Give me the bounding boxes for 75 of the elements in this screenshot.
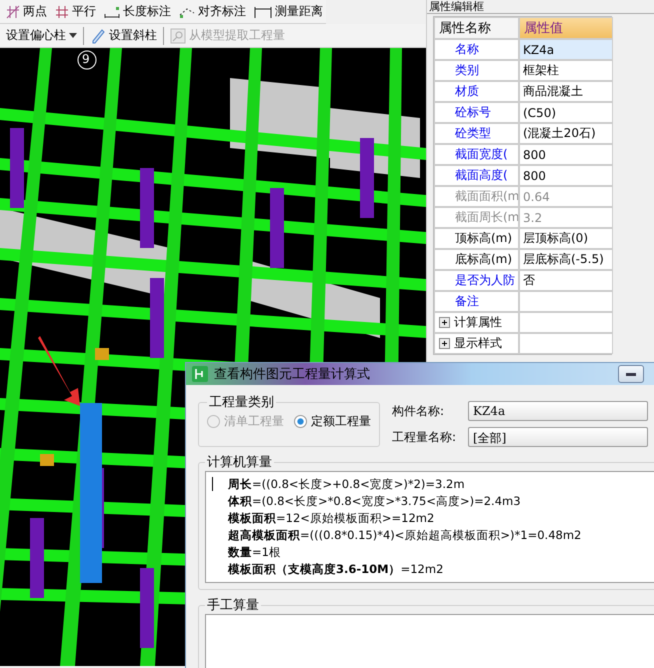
property-value[interactable]: 商品混凝土 <box>519 81 613 102</box>
property-value[interactable] <box>519 333 613 354</box>
field-label: 工程量名称: <box>392 428 458 446</box>
formula-line: 体积=(0.8<长度>*0.8<宽度>*3.75<高度>)=2.4m3 <box>228 493 522 510</box>
property-name[interactable]: 截面宽度( <box>434 144 519 165</box>
property-value[interactable]: 层底标高(-5.5) <box>519 249 613 270</box>
group-title: 计算机算量 <box>206 454 273 471</box>
formula-line: 模板面积=12<原始模板面积>=12m2 <box>228 510 436 527</box>
property-name[interactable]: 计算属性 <box>434 312 519 333</box>
property-value[interactable]: 800 <box>519 144 613 165</box>
column-header: 属性名称 <box>434 17 519 39</box>
text-area[interactable] <box>205 614 654 668</box>
group-label: 计算属性 <box>454 314 502 331</box>
property-value[interactable]: KZ4a <box>519 39 613 60</box>
toolbar-button[interactable]: 测量距离 <box>252 2 325 21</box>
property-value[interactable]: 3.2 <box>519 207 613 228</box>
toolbar-button[interactable]: 长度标注 <box>102 2 173 21</box>
property-value[interactable]: 框架柱 <box>519 60 613 81</box>
diagonal-grid-icon <box>6 4 20 18</box>
property-value[interactable]: 800 <box>519 165 613 186</box>
property-name[interactable]: 显示样式 <box>434 333 519 354</box>
radio-icon[interactable] <box>294 415 307 428</box>
expand-icon[interactable] <box>439 338 450 349</box>
property-name[interactable]: 截面高度( <box>434 165 519 186</box>
minimize-icon <box>626 372 636 376</box>
grid-icon <box>55 4 69 18</box>
property-name[interactable]: 截面周长(m <box>434 207 519 228</box>
input-field[interactable]: KZ4a <box>468 401 648 421</box>
property-name[interactable]: 砼类型 <box>434 123 519 144</box>
property-name[interactable]: 备注 <box>434 291 519 312</box>
pencil-icon <box>90 28 106 44</box>
property-value[interactable]: (混凝土20石) <box>519 123 613 144</box>
group-title: 手工算量 <box>206 597 260 614</box>
radio-label: 定额工程量 <box>311 413 371 430</box>
property-name[interactable]: 截面面积(m <box>434 186 519 207</box>
property-value[interactable]: (C50) <box>519 102 613 123</box>
group-label: 显示样式 <box>454 335 502 352</box>
radio-label: 清单工程量 <box>224 413 284 430</box>
column-header: 属性值 <box>519 17 613 39</box>
property-name[interactable]: 底标高(m) <box>434 249 519 270</box>
toolbar-button[interactable]: 设置偏心柱 <box>4 26 79 45</box>
panel-title: 属性编辑框 <box>427 0 654 14</box>
property-name[interactable]: 砼标号 <box>434 102 519 123</box>
dimension-icon <box>104 4 120 18</box>
radio-option[interactable]: 定额工程量 <box>294 413 371 430</box>
property-name[interactable]: 顶标高(m) <box>434 228 519 249</box>
formula-line: 模板面积（支模高度3.6-10M）=12m2 <box>228 561 444 578</box>
axis-label: 9 <box>82 52 90 66</box>
property-name[interactable]: 是否为人防 <box>434 270 519 291</box>
minimize-button[interactable] <box>618 365 644 383</box>
property-name[interactable]: 名称 <box>434 39 519 60</box>
dialog-title: 查看构件图元工程量计算式 <box>214 366 370 383</box>
formula-line: 超高模板面积=(((0.8*0.15)*4)<原始超高模板面积>)*1=0.48m2 <box>228 527 582 544</box>
formula-text-area[interactable]: 周长=((0.8<长度>+0.8<宽度>)*2)=3.2m 体积=(0.8<长度>*0.8<宽度>*3.75<高度>)=2.4m3 模板面积=12<原始模板面积>=12m2 超高模板面积=(((0.8*0.15)*4)<原始超高模板面积>)*1=0.48m2 数量=1根 模板面积（支模高度3.6-10M）=12m2 <box>205 471 654 583</box>
group-title: 工程量类别 <box>208 394 275 411</box>
toolbar-button[interactable]: 两点 <box>4 2 49 21</box>
toolbar-button[interactable]: 对齐标注 <box>177 2 248 21</box>
property-name[interactable]: 类别 <box>434 60 519 81</box>
formula-line: 周长=((0.8<长度>+0.8<宽度>)*2)=3.2m <box>228 476 466 493</box>
field-label: 构件名称: <box>392 402 446 420</box>
input-field[interactable]: [全部] <box>468 427 648 447</box>
expand-icon[interactable] <box>439 317 450 328</box>
magnifier-icon <box>170 28 186 44</box>
toolbar-button[interactable]: 设置斜柱 <box>88 26 159 45</box>
app-icon <box>192 366 208 382</box>
caret-icon <box>69 33 77 38</box>
property-value[interactable]: 0.64 <box>519 186 613 207</box>
property-value[interactable]: 否 <box>519 270 613 291</box>
ruler-icon <box>254 4 272 18</box>
property-value[interactable]: 层顶标高(0) <box>519 228 613 249</box>
toolbar-button[interactable]: 平行 <box>53 2 98 21</box>
property-value[interactable] <box>519 291 613 312</box>
property-value[interactable] <box>519 312 613 333</box>
formula-line: 数量=1根 <box>228 544 282 561</box>
property-name[interactable]: 材质 <box>434 81 519 102</box>
